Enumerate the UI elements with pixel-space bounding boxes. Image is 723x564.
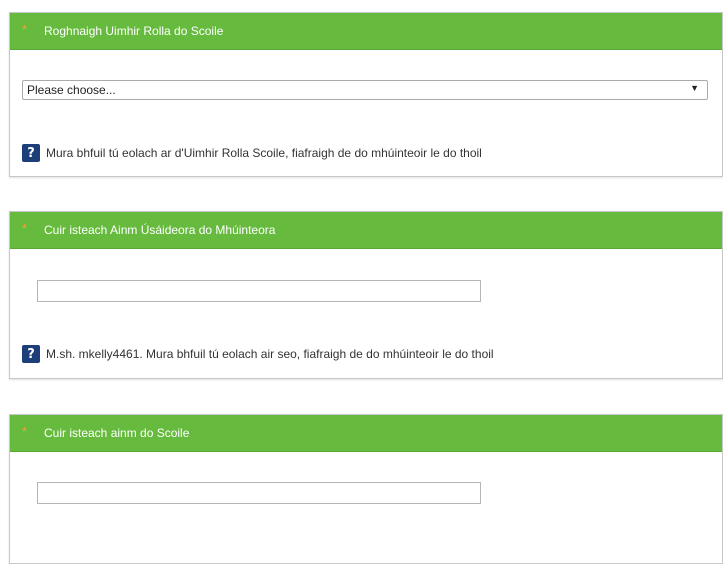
school-name-panel: * Cuir isteach ainm do Scoile xyxy=(9,414,723,564)
teacher-username-panel: * Cuir isteach Ainm Úsáideora do Mhúinte… xyxy=(9,211,723,379)
school-roll-panel: * Roghnaigh Uimhir Rolla do Scoile Pleas… xyxy=(9,12,723,177)
school-name-input[interactable] xyxy=(37,482,481,504)
hint-text: Mura bhfuil tú eolach ar d'Uimhir Rolla … xyxy=(46,146,482,160)
select-value: Please choose... xyxy=(27,83,116,97)
panel-title: Cuir isteach ainm do Scoile xyxy=(44,426,190,440)
chevron-down-icon[interactable]: ▼ xyxy=(690,83,699,93)
panel-title: Roghnaigh Uimhir Rolla do Scoile xyxy=(44,24,224,38)
teacher-username-hint: ? M.sh. mkelly4461. Mura bhfuil tú eolac… xyxy=(22,345,494,363)
help-question-icon[interactable]: ? xyxy=(22,345,40,363)
required-asterisk: * xyxy=(22,21,28,37)
panel-header: * Roghnaigh Uimhir Rolla do Scoile xyxy=(10,13,722,50)
help-question-icon[interactable]: ? xyxy=(22,144,40,162)
panel-header: * Cuir isteach ainm do Scoile xyxy=(10,415,722,452)
teacher-username-input[interactable] xyxy=(37,280,481,302)
panel-title: Cuir isteach Ainm Úsáideora do Mhúinteor… xyxy=(44,223,276,237)
panel-header: * Cuir isteach Ainm Úsáideora do Mhúinte… xyxy=(10,212,722,249)
school-roll-select[interactable]: Please choose... ▼ xyxy=(22,80,708,100)
required-asterisk: * xyxy=(22,423,28,439)
school-roll-hint: ? Mura bhfuil tú eolach ar d'Uimhir Roll… xyxy=(22,144,482,162)
required-asterisk: * xyxy=(22,220,28,236)
hint-text: M.sh. mkelly4461. Mura bhfuil tú eolach … xyxy=(46,347,494,361)
